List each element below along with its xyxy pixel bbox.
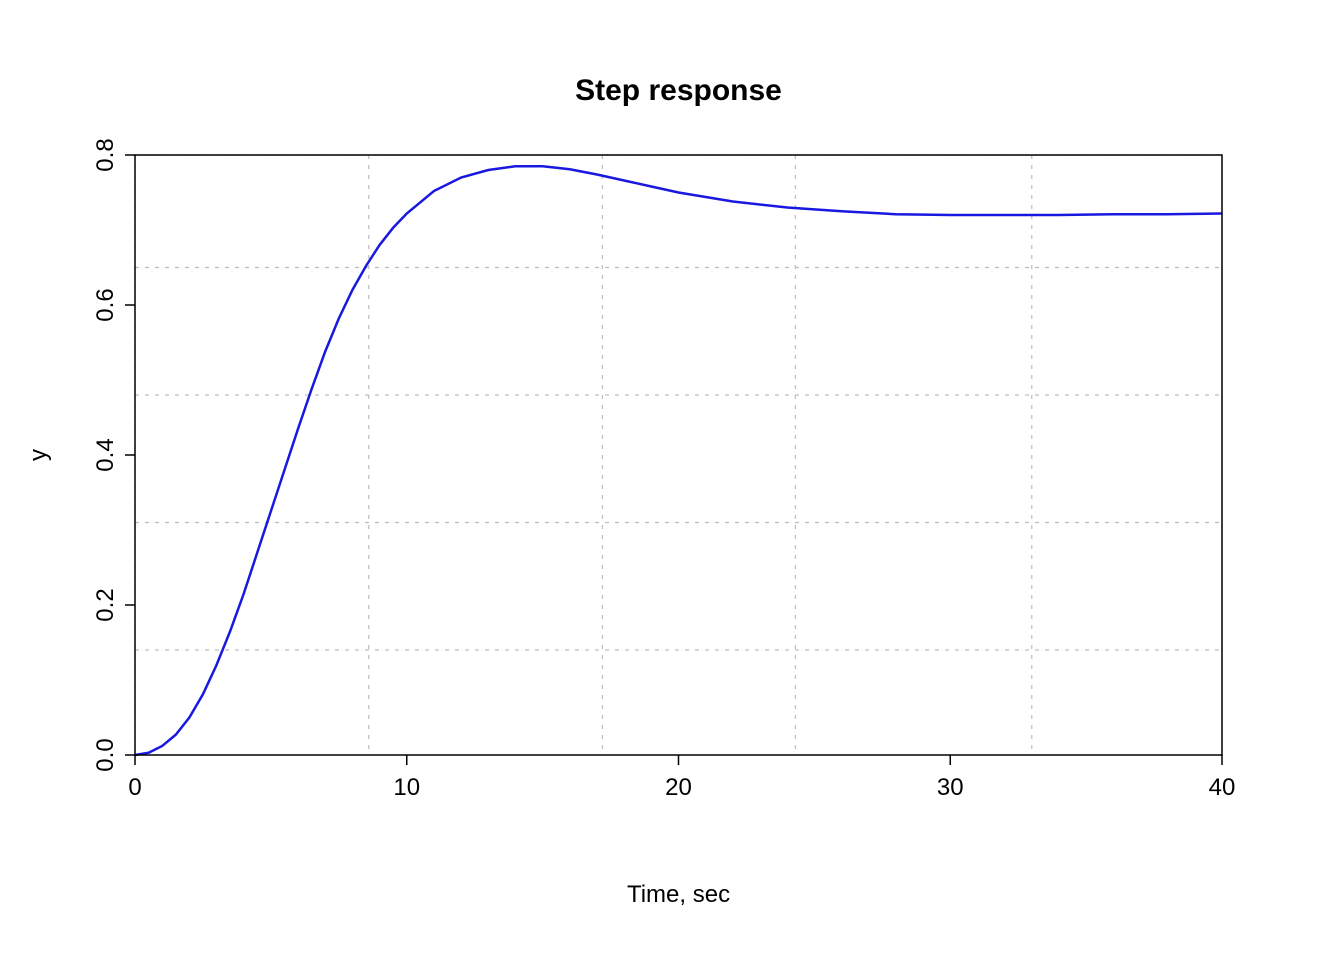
y-tick-label: 0.0 [92, 738, 119, 771]
y-axis-label: y [25, 449, 52, 461]
x-tick-label: 30 [937, 774, 964, 801]
series-line [135, 166, 1222, 755]
x-axis-label: Time, sec [627, 881, 730, 908]
plot-frame [135, 155, 1222, 755]
y-tick-label: 0.4 [92, 438, 119, 471]
x-tick-label: 10 [393, 774, 420, 801]
y-tick-label: 0.8 [92, 138, 119, 171]
x-tick-label: 40 [1209, 774, 1236, 801]
chart-container: Step response 0 10 20 30 40 0.0 0.2 0.4 0.6 0.8 T… [0, 0, 1344, 960]
y-tick-label: 0.2 [92, 588, 119, 621]
chart-title: Step response [575, 74, 782, 107]
step-response-chart: Step response 0 10 20 30 40 0.0 0.2 0.4 0.6 0.8 T… [0, 0, 1344, 960]
x-tick-label: 20 [665, 774, 692, 801]
x-tick-label: 0 [128, 774, 141, 801]
y-tick-label: 0.6 [92, 288, 119, 321]
